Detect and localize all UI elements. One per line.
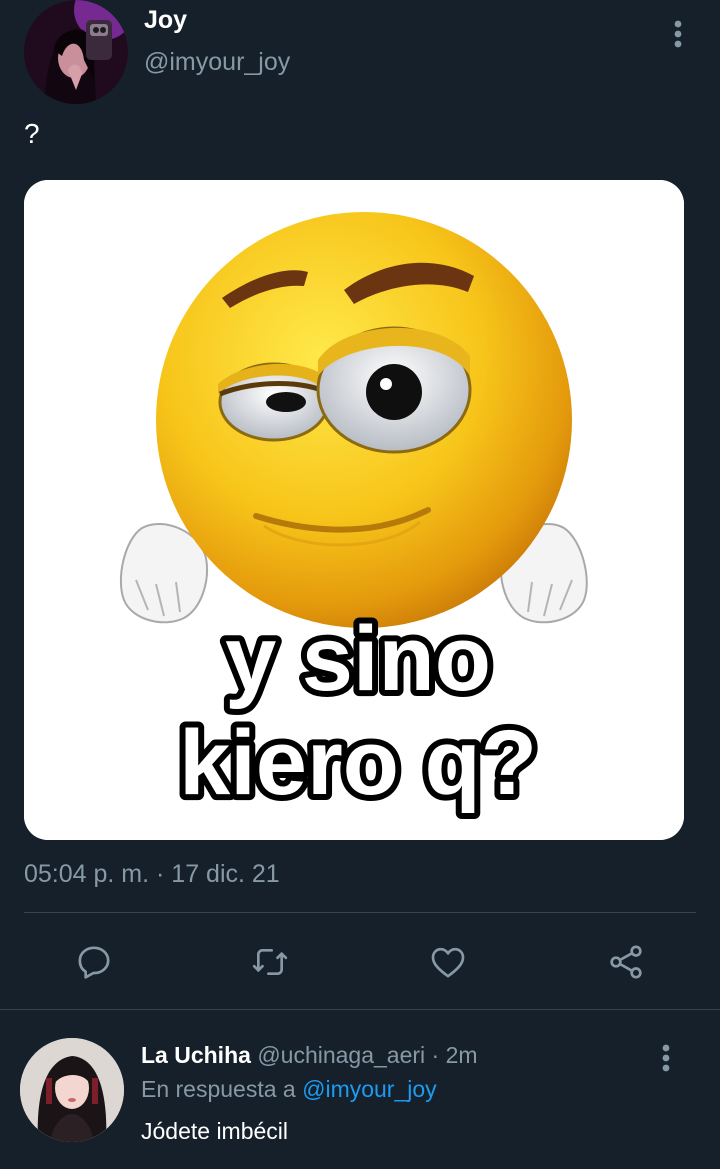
reply-time[interactable]: 2m [446,1042,478,1068]
author-avatar[interactable] [24,0,128,104]
author-handle[interactable]: @imyour_joy [144,48,290,77]
divider [0,1009,720,1010]
reply-icon [78,946,110,979]
reply-author-avatar[interactable] [20,1038,124,1142]
tweet-timestamp[interactable]: 05:04 p. m. · 17 dic. 21 [24,860,280,889]
tweet-detail-page: Joy @imyour_joy ? y sino y sino kiero q?… [0,0,720,1169]
like-button[interactable] [424,938,472,986]
meme-text-line-2-fill: kiero q? [179,712,537,814]
divider [24,912,696,913]
reply-button[interactable] [70,938,118,986]
reply-text: Jódete imbécil [141,1118,289,1144]
retweet-icon [252,949,288,975]
heart-icon [431,947,465,978]
more-options-button[interactable] [660,14,696,54]
reply-more-options-button[interactable] [648,1038,684,1078]
share-icon [610,945,642,979]
replying-to-prefix: En respuesta a [141,1076,303,1102]
replying-to-mention[interactable]: @imyour_joy [302,1076,437,1102]
reply-header: La Uchiha @uchinaga_aeri · 2m [141,1042,478,1069]
tweet-text: ? [24,118,40,149]
reply-author-handle[interactable]: @uchinaga_aeri [257,1042,425,1068]
more-vertical-icon [674,20,682,48]
more-vertical-icon [662,1044,670,1072]
share-button[interactable] [602,938,650,986]
retweet-button[interactable] [246,938,294,986]
separator-dot: · [425,1042,446,1068]
tweet-image[interactable]: y sino y sino kiero q? kiero q? [24,180,684,840]
replying-to-line: En respuesta a @imyour_joy [141,1076,437,1103]
author-name[interactable]: Joy [144,6,187,35]
reply-author-name[interactable]: La Uchiha [141,1042,251,1068]
meme-text-line-1-fill: y sino [225,608,491,710]
